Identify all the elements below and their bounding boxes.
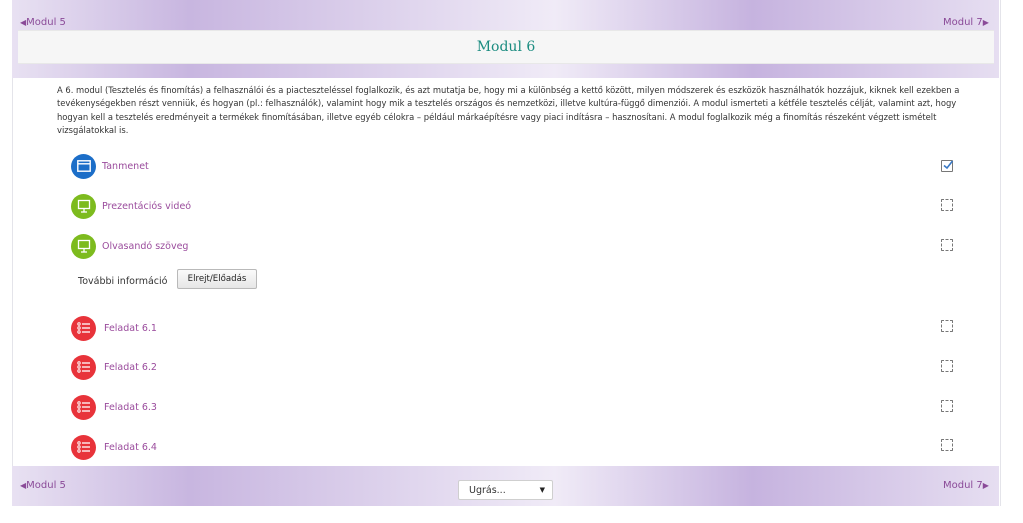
presentation-board-icon [71, 233, 96, 259]
next-section-link[interactable]: Modul 7▶ [943, 17, 989, 28]
completion-checkbox[interactable] [941, 439, 953, 451]
activity-label[interactable]: Olvasandó szöveg [102, 241, 188, 252]
activity-label[interactable]: Feladat 6.4 [104, 442, 157, 453]
prev-section-label: Modul 5 [26, 17, 66, 28]
more-info-label: További információ [78, 276, 168, 287]
dropdown-arrow-icon: ▼ [539, 486, 545, 494]
completion-checkbox[interactable] [941, 320, 953, 332]
activity-label[interactable]: Feladat 6.2 [104, 362, 157, 373]
activity-feladat-6-1[interactable]: Feladat 6.1 [71, 315, 157, 341]
next-section-label: Modul 7 [943, 17, 983, 28]
check-icon [943, 160, 954, 170]
activity-label[interactable]: Tanmenet [102, 161, 149, 172]
completion-checkbox[interactable] [941, 400, 953, 412]
next-section-label: Modul 7 [943, 480, 983, 491]
prev-section-label: Modul 5 [26, 480, 66, 491]
jump-to-select[interactable]: Ugrás... ▼ [458, 480, 553, 500]
checklist-icon [71, 354, 96, 380]
completion-checkbox[interactable] [941, 239, 953, 251]
activity-label[interactable]: Feladat 6.3 [104, 402, 157, 413]
activity-feladat-6-3[interactable]: Feladat 6.3 [71, 394, 157, 420]
jump-to-selected-value: Ugrás... [469, 484, 506, 496]
completion-checkbox[interactable] [941, 199, 953, 211]
prev-section-link-bottom[interactable]: ◀Modul 5 [20, 480, 66, 491]
checklist-icon [71, 394, 96, 420]
activity-feladat-6-4[interactable]: Feladat 6.4 [71, 434, 157, 460]
activity-olvasando-szoveg[interactable]: Olvasandó szöveg [71, 233, 188, 259]
triangle-right-icon: ▶ [982, 18, 989, 27]
activity-feladat-6-2[interactable]: Feladat 6.2 [71, 354, 157, 380]
activity-tanmenet[interactable]: Tanmenet [71, 153, 149, 179]
activity-prezentacios-video[interactable]: Prezentációs videó [71, 193, 191, 219]
checklist-icon [71, 434, 96, 460]
section-title-box: Modul 6 [18, 30, 994, 64]
hide-show-button[interactable]: Elrejt/Előadás [177, 269, 257, 289]
activity-label[interactable]: Feladat 6.1 [104, 323, 157, 334]
activity-label[interactable]: Prezentációs videó [102, 201, 191, 212]
checklist-icon [71, 315, 96, 341]
presentation-board-icon [71, 193, 96, 219]
next-section-link-bottom[interactable]: Modul 7▶ [943, 480, 989, 491]
prev-section-link[interactable]: ◀Modul 5 [20, 17, 66, 28]
triangle-right-icon: ▶ [982, 481, 989, 490]
completion-checkbox[interactable] [941, 360, 953, 372]
browser-window-icon [71, 153, 96, 179]
completion-checkbox[interactable] [941, 160, 954, 172]
section-summary: A 6. modul (Tesztelés és finomítás) a fe… [57, 85, 960, 136]
section-title: Modul 6 [476, 39, 536, 55]
